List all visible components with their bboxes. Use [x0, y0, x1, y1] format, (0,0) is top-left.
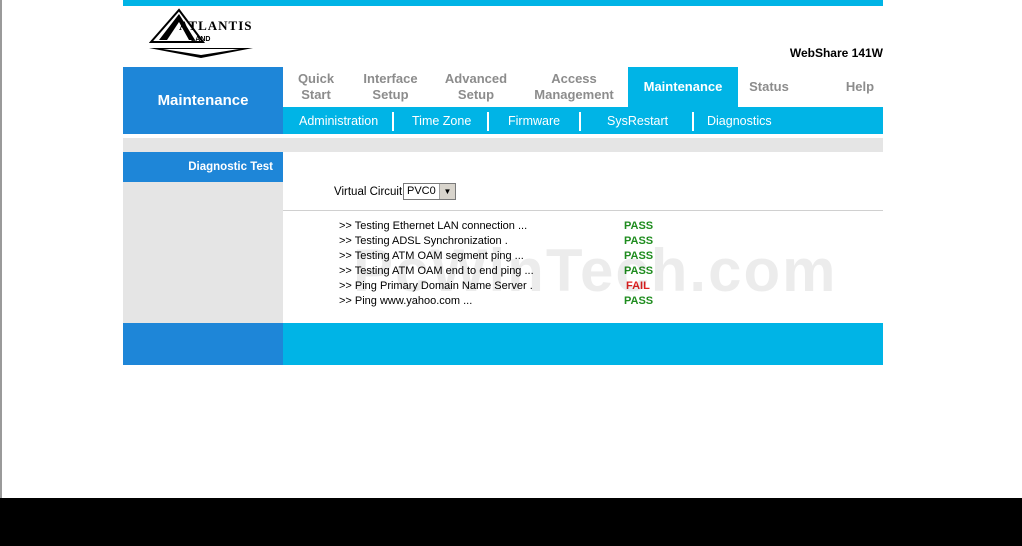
virtual-circuit-select[interactable]: PVC0 ▼ — [403, 183, 456, 200]
result-status: PASS — [624, 235, 654, 247]
router-page: ATLANTIS LAND WebShare 141W Maintenance … — [123, 0, 883, 365]
content-divider — [283, 210, 883, 211]
tab-quick-start[interactable]: Quick Start — [283, 67, 349, 107]
page-title: Maintenance — [123, 67, 283, 134]
svg-text:ATLANTIS: ATLANTIS — [179, 18, 253, 33]
result-status: PASS — [624, 265, 654, 277]
tab-access-management[interactable]: Access Management — [520, 67, 628, 107]
separator-strip — [123, 138, 883, 152]
tab-interface-setup[interactable]: Interface Setup — [349, 67, 432, 107]
subtab-time-zone[interactable]: Time Zone — [412, 107, 471, 134]
result-status: PASS — [624, 250, 654, 262]
result-status: PASS — [624, 295, 654, 307]
model-name: WebShare 141W — [789, 46, 883, 60]
subtab-divider — [692, 112, 694, 131]
result-label: >> Testing ATM OAM segment ping ... — [339, 250, 524, 262]
subtab-sysrestart[interactable]: SysRestart — [607, 107, 668, 134]
subtab-divider — [392, 112, 394, 131]
window-left-border — [0, 0, 2, 498]
tab-help[interactable]: Help — [823, 67, 897, 107]
result-label: >> Ping www.yahoo.com ... — [339, 295, 473, 307]
svg-text:LAND: LAND — [191, 36, 210, 43]
atlantis-logo: ATLANTIS LAND — [148, 8, 257, 58]
result-label: >> Ping Primary Domain Name Server . — [339, 280, 533, 292]
footer-right-bar — [283, 323, 883, 365]
subtab-diagnostics[interactable]: Diagnostics — [707, 107, 772, 134]
bottom-black-bar — [0, 498, 1022, 546]
tab-status[interactable]: Status — [738, 67, 800, 107]
dropdown-arrow-icon: ▼ — [439, 184, 455, 199]
result-label: >> Testing ADSL Synchronization . — [339, 235, 508, 247]
result-label: >> Testing ATM OAM end to end ping ... — [339, 265, 534, 277]
virtual-circuit-value: PVC0 — [407, 185, 436, 197]
result-status: FAIL — [626, 280, 650, 292]
sub-nav: Administration Time Zone Firmware SysRes… — [283, 107, 883, 134]
subtab-divider — [487, 112, 489, 131]
subtab-divider — [579, 112, 581, 131]
subtab-administration[interactable]: Administration — [299, 107, 378, 134]
result-status: PASS — [624, 220, 654, 232]
top-accent-bar — [123, 0, 883, 6]
tab-advanced-setup[interactable]: Advanced Setup — [432, 67, 520, 107]
virtual-circuit-label: Virtual Circuit: — [334, 186, 406, 198]
result-label: >> Testing Ethernet LAN connection ... — [339, 220, 528, 232]
main-nav: Quick Start Interface Setup Advanced Setup … — [283, 67, 883, 107]
footer-left-bar — [123, 323, 283, 365]
subtab-firmware[interactable]: Firmware — [508, 107, 560, 134]
tab-maintenance[interactable]: Maintenance — [628, 67, 738, 107]
left-panel-heading: Diagnostic Test — [123, 152, 283, 182]
